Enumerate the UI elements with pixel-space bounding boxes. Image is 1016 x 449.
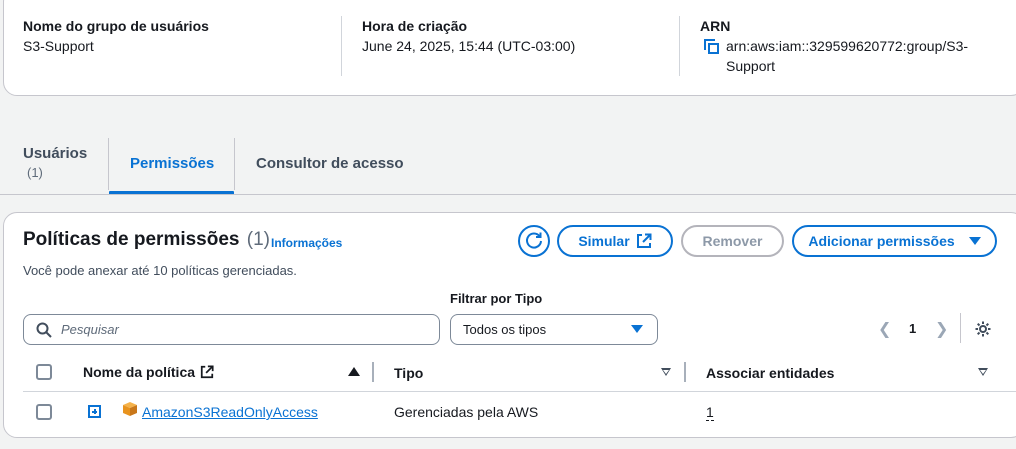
divider — [679, 16, 680, 76]
divider — [341, 16, 342, 76]
column-header-policy-name[interactable]: Nome da política — [83, 364, 195, 380]
column-divider[interactable] — [372, 362, 374, 382]
type-filter-value: Todos os tipos — [463, 322, 547, 337]
group-name-value: S3-Support — [23, 38, 94, 54]
arn-value-line2: Support — [726, 58, 776, 74]
created-value: June 24, 2025, 15:44 (UTC-03:00) — [362, 38, 576, 54]
tab-users[interactable]: Usuários — [23, 145, 87, 162]
policy-type: Gerenciadas pela AWS — [394, 404, 539, 420]
sort-icon[interactable] — [661, 368, 671, 376]
page-number[interactable]: 1 — [909, 321, 916, 336]
external-link-icon — [636, 233, 652, 248]
filter-type-label: Filtrar por Tipo — [450, 291, 543, 306]
add-permissions-label: Adicionar permissões — [808, 233, 955, 249]
refresh-button[interactable] — [518, 225, 550, 257]
policies-title: Políticas de permissões — [23, 229, 240, 250]
chevron-left-icon[interactable]: ❮ — [878, 319, 891, 339]
simulate-button[interactable]: Simular — [557, 225, 673, 257]
add-permissions-button[interactable]: Adicionar permissões — [792, 225, 997, 257]
search-icon — [36, 322, 52, 338]
tab-users-count: (1) — [27, 165, 43, 180]
arn-label: ARN — [700, 18, 731, 34]
column-header-entities[interactable]: Associar entidades — [706, 365, 834, 381]
caret-down-icon — [631, 325, 643, 333]
simulate-label: Simular — [578, 233, 630, 249]
chevron-right-icon[interactable]: ❯ — [935, 319, 948, 339]
type-filter-select[interactable]: Todos os tipos — [450, 314, 658, 345]
refresh-icon — [526, 232, 542, 249]
created-label: Hora de criação — [362, 18, 468, 34]
copy-icon[interactable] — [704, 39, 720, 55]
search-input[interactable]: Pesquisar — [23, 314, 440, 345]
tab-access-advisor[interactable]: Consultor de acesso — [256, 155, 404, 172]
remove-button[interactable]: Remover — [681, 225, 784, 257]
sort-icon[interactable] — [978, 368, 988, 376]
tab-divider — [108, 138, 109, 190]
search-placeholder: Pesquisar — [61, 322, 119, 337]
external-link-icon — [200, 365, 214, 379]
policies-count: (1) — [246, 229, 271, 250]
row-checkbox[interactable] — [36, 404, 52, 420]
arn-value-line1: arn:aws:iam::329599620772:group/S3- — [726, 38, 969, 54]
tab-divider — [234, 138, 235, 190]
group-name-label: Nome do grupo de usuários — [23, 18, 209, 34]
column-header-type[interactable]: Tipo — [394, 365, 423, 381]
policies-description: Você pode anexar até 10 políticas gerenc… — [23, 263, 297, 278]
pager-divider — [960, 313, 961, 343]
tab-permissions[interactable]: Permissões — [130, 155, 214, 172]
attached-entities-count[interactable]: 1 — [706, 404, 714, 421]
header-row-border — [23, 391, 1016, 392]
column-divider[interactable] — [684, 362, 686, 382]
gear-icon[interactable] — [974, 320, 992, 338]
aws-managed-policy-icon — [123, 402, 137, 416]
tabs-border — [0, 194, 1016, 195]
info-link[interactable]: Informações — [271, 236, 342, 250]
select-all-checkbox[interactable] — [36, 364, 52, 380]
caret-down-icon — [968, 237, 981, 245]
policy-name-link[interactable]: AmazonS3ReadOnlyAccess — [142, 404, 318, 420]
sort-ascending-icon[interactable] — [348, 367, 360, 376]
expand-icon[interactable] — [88, 405, 101, 418]
remove-label: Remover — [702, 233, 763, 249]
policies-heading: Políticas de permissões (1) — [23, 229, 270, 251]
